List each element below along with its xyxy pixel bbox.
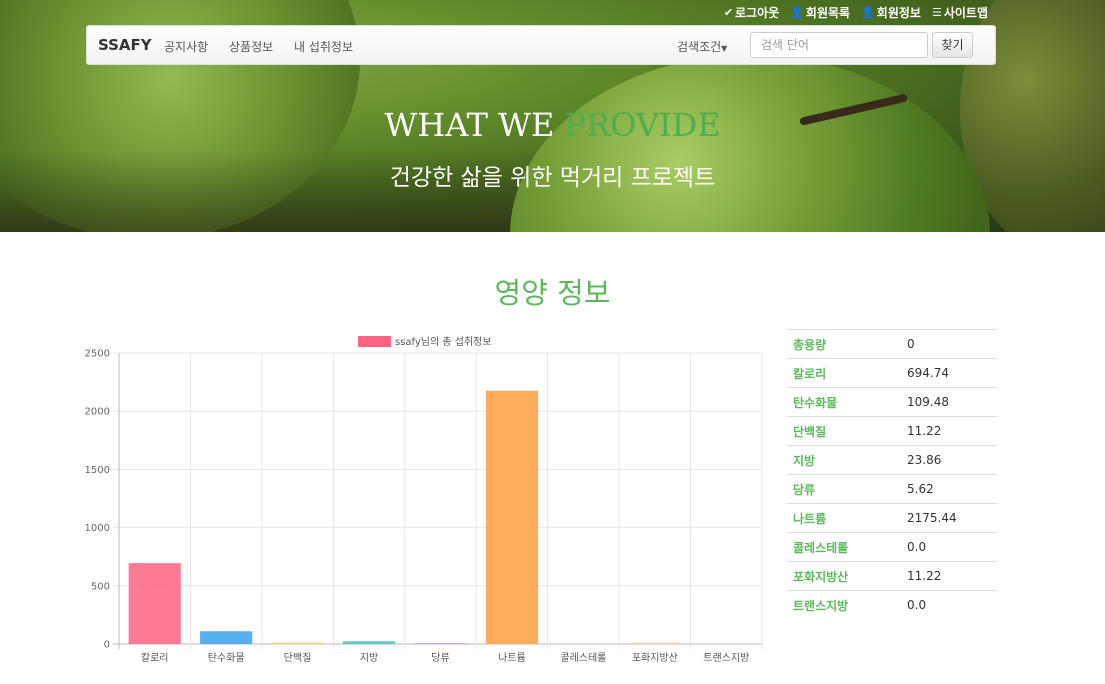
y-tick-label: 500: [91, 581, 110, 592]
table-value: 11.22: [901, 561, 997, 591]
legend-label: ssafy님의 총 섭취정보: [395, 336, 492, 348]
nutrition-table: 총용량 0 칼로리 694.74 탄수화물 109.48 단백질 11.22 지방 23.86 당류…: [787, 329, 997, 619]
nav-item-my-intake[interactable]: 내 섭취정보: [294, 38, 353, 55]
nutrition-bar-chart: ssafy님의 총 섭취정보 0 500 1000 1500 2000 2500 칼로리 탄수화…: [85, 336, 763, 664]
hero-title: WHAT WE PROVIDE: [0, 106, 1105, 144]
table-key: 총용량: [787, 329, 901, 359]
x-tick-label: 포화지방산: [632, 652, 678, 664]
chart-bar: [414, 643, 467, 644]
table-value: 23.86: [901, 445, 997, 475]
table-row: 지방 23.86: [787, 445, 997, 475]
table-value: 0.0: [901, 532, 997, 562]
chart-bar: [342, 641, 396, 644]
table-row: 탄수화물 109.48: [787, 387, 997, 417]
table-key: 칼로리: [787, 358, 901, 388]
chart-bar: [200, 631, 253, 644]
list-icon: ☰: [931, 6, 942, 19]
nav-item-products[interactable]: 상품정보: [229, 38, 273, 55]
table-key: 트랜스지방: [787, 590, 901, 619]
sitemap-label: 사이트맵: [943, 6, 988, 20]
check-icon: ✔: [723, 6, 734, 19]
table-row: 나트륨 2175.44: [787, 503, 997, 533]
caret-down-icon: ▼: [721, 44, 728, 53]
table-key: 탄수화물: [787, 387, 901, 417]
search-button[interactable]: 찾기: [932, 32, 973, 58]
hero-title-main: WHAT WE: [384, 106, 565, 144]
table-value: 694.74: [901, 358, 997, 388]
member-list-link[interactable]: 👤 회원목록: [790, 4, 850, 21]
y-tick-label: 1500: [85, 465, 110, 476]
brand-logo[interactable]: SSAFY: [98, 36, 152, 54]
y-tick-label: 0: [104, 640, 110, 651]
table-key: 당류: [787, 474, 901, 504]
x-tick-label: 단백질: [284, 652, 312, 664]
search-input[interactable]: [750, 32, 928, 58]
table-key: 지방: [787, 445, 901, 475]
top-utility-links: ✔ 로그아웃 👤 회원목록 👤 회원정보 ☰ 사이트맵: [724, 4, 988, 21]
table-key: 단백질: [787, 416, 901, 446]
x-tick-label: 나트륨: [498, 652, 526, 664]
logout-link[interactable]: ✔ 로그아웃: [724, 4, 779, 21]
x-tick-label: 탄수화물: [208, 652, 245, 664]
chart-bar: [628, 642, 681, 644]
sitemap-link[interactable]: ☰ 사이트맵: [932, 4, 988, 21]
x-tick-label: 콜레스테롤: [560, 652, 606, 664]
table-row: 당류 5.62: [787, 474, 997, 504]
table-row: 단백질 11.22: [787, 416, 997, 446]
search-condition-label: 검색조건: [677, 40, 722, 54]
table-row: 총용량 0: [787, 329, 997, 359]
y-tick-label: 2000: [85, 407, 110, 418]
table-value: 2175.44: [901, 503, 997, 533]
member-info-label: 회원정보: [876, 6, 921, 20]
user-icon: 👤: [790, 6, 804, 19]
chart-bar: [485, 390, 539, 644]
table-key: 나트륨: [787, 503, 901, 533]
logout-label: 로그아웃: [735, 6, 780, 20]
nav-item-notice[interactable]: 공지사항: [164, 38, 208, 55]
x-tick-label: 당류: [431, 652, 449, 664]
table-key: 포화지방산: [787, 561, 901, 591]
y-tick-label: 1000: [85, 523, 110, 534]
legend-swatch: [358, 336, 391, 347]
member-list-label: 회원목록: [805, 6, 851, 20]
x-tick-label: 지방: [360, 652, 378, 664]
table-row: 칼로리 694.74: [787, 358, 997, 388]
hero-title-accent: PROVIDE: [564, 106, 721, 144]
hero-subtitle: 건강한 삶을 위한 먹거리 프로젝트: [389, 165, 716, 191]
y-tick-label: 2500: [85, 349, 110, 360]
hero-banner: ✔ 로그아웃 👤 회원목록 👤 회원정보 ☰ 사이트맵 SSAFY 공지사항 상…: [0, 0, 1105, 232]
x-tick-label: 트랜스지방: [703, 652, 749, 664]
table-value: 109.48: [901, 387, 997, 417]
navbar: SSAFY 공지사항 상품정보 내 섭취정보 검색조건▼ 찾기: [86, 25, 996, 65]
table-row: 트랜스지방 0.0: [787, 590, 997, 619]
section-title: 영양 정보: [494, 276, 611, 310]
table-value: 0.0: [901, 590, 997, 619]
table-value: 5.62: [901, 474, 997, 504]
user-icon: 👤: [861, 6, 875, 19]
table-row: 포화지방산 11.22: [787, 561, 997, 591]
search-condition-dropdown[interactable]: 검색조건▼: [677, 38, 727, 55]
table-key: 콜레스테롤: [787, 532, 901, 562]
table-value: 0: [901, 329, 997, 359]
member-info-link[interactable]: 👤 회원정보: [861, 4, 921, 21]
chart-bar: [271, 642, 324, 644]
chart-bar: [128, 563, 181, 644]
x-tick-label: 칼로리: [141, 651, 169, 664]
table-value: 11.22: [901, 416, 997, 446]
table-row: 콜레스테롤 0.0: [787, 532, 997, 562]
